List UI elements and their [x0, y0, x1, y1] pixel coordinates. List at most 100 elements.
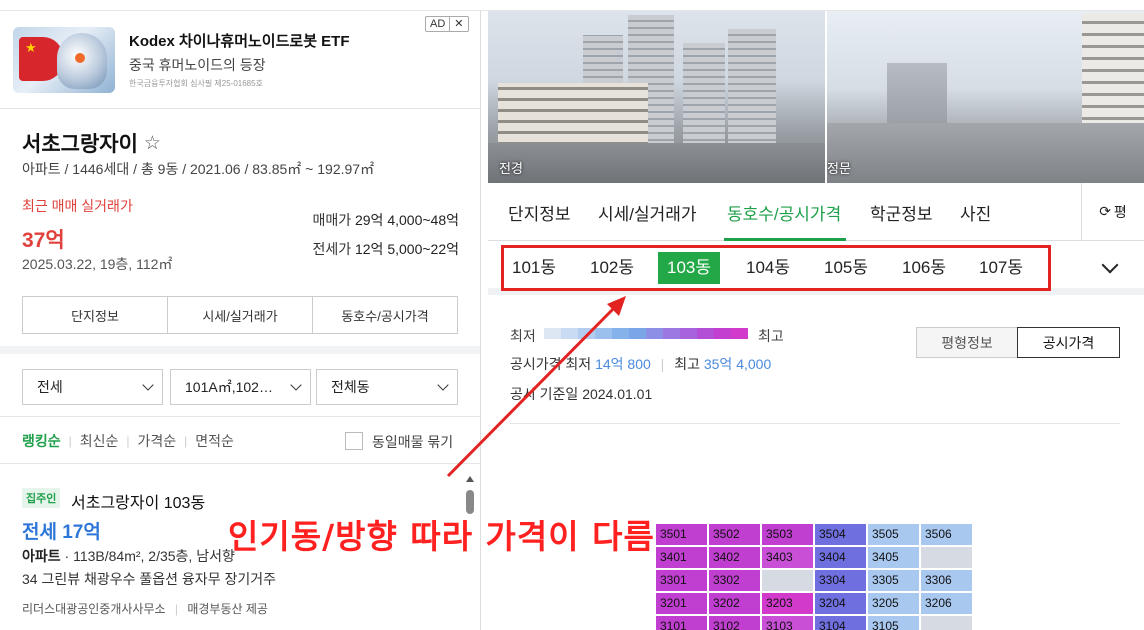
- price-label: 공시가격: [510, 356, 562, 372]
- unit-cell[interactable]: 3203: [762, 593, 813, 614]
- legend-swatch: [629, 328, 646, 339]
- complex-title: 서초그랑자이 ☆: [22, 128, 161, 158]
- legend-low-label: 최저: [510, 328, 536, 344]
- unit-cell[interactable]: 3204: [815, 593, 866, 614]
- tab-complex-info[interactable]: 단지정보: [23, 297, 168, 333]
- sort-divider: |: [68, 433, 72, 448]
- unit-cell[interactable]: 3304: [815, 570, 866, 591]
- unit-cell[interactable]: 3305: [868, 570, 919, 591]
- area-info-toggle[interactable]: 평형정보: [916, 327, 1018, 358]
- unit-cell[interactable]: 3402: [709, 547, 760, 568]
- photo-overview[interactable]: 전경: [488, 11, 825, 183]
- listing-price: 전세 17억: [22, 522, 101, 543]
- unit-cell[interactable]: 3202: [709, 593, 760, 614]
- unit-cell[interactable]: 3306: [921, 570, 972, 591]
- area-select[interactable]: 101A㎡,102…: [170, 369, 311, 405]
- sort-latest[interactable]: 최신순: [80, 431, 119, 451]
- sort-area[interactable]: 면적순: [195, 431, 234, 451]
- agency-name[interactable]: 리더스대광공인중개사사무소: [22, 602, 166, 616]
- unit-cell[interactable]: 3206: [921, 593, 972, 614]
- dong-tab-101[interactable]: 101동: [512, 252, 556, 284]
- unit-cell[interactable]: 3205: [868, 593, 919, 614]
- unit-cell[interactable]: 3101: [656, 616, 707, 630]
- unit-cell[interactable]: 3504: [815, 524, 866, 545]
- legend-swatch: [612, 328, 629, 339]
- group-listings-label[interactable]: 동일매물 묶기: [372, 432, 453, 452]
- refresh-icon: ⟳: [1099, 203, 1111, 219]
- chevron-down-icon[interactable]: [1101, 256, 1119, 274]
- tab-complex-info[interactable]: 단지정보: [508, 200, 571, 225]
- legend-swatch: [561, 328, 578, 339]
- complex-meta: 아파트 / 1446세대 / 총 9동 / 2021.06 / 83.85㎡ ~…: [22, 161, 375, 177]
- tab-unit-price[interactable]: 동호수/공시가격: [313, 297, 457, 333]
- filter-bar: 전세 101A㎡,102… 전체동: [0, 362, 480, 417]
- tab-photos[interactable]: 사진: [960, 200, 991, 225]
- scroll-up-icon[interactable]: [466, 476, 474, 482]
- tab-unit-price[interactable]: 동호수/공시가격: [727, 200, 841, 225]
- unit-cell[interactable]: 3503: [762, 524, 813, 545]
- unit-cell[interactable]: 3403: [762, 547, 813, 568]
- listing-agency: 리더스대광공인중개사사무소 | 매경부동산 제공: [22, 600, 268, 617]
- ad-banner[interactable]: ★ Kodex 차이나휴머노이드로봇 ETF 중국 휴머노이드의 등장 한국금융…: [0, 11, 480, 109]
- dong-tab-104[interactable]: 104동: [746, 252, 790, 284]
- unit-cell[interactable]: 3103: [762, 616, 813, 630]
- group-listings-checkbox[interactable]: [345, 432, 363, 450]
- dong-tab-103[interactable]: 103동: [658, 252, 721, 284]
- listing-description: 아파트 · 113B/84m², 2/35층, 남서향: [22, 546, 235, 566]
- max-value: 35억 4,000: [703, 356, 772, 372]
- official-price-toggle[interactable]: 공시가격: [1017, 327, 1120, 358]
- unit-cell[interactable]: 3405: [868, 547, 919, 568]
- dong-tab-105[interactable]: 105동: [824, 252, 868, 284]
- chevron-down-icon: [290, 379, 302, 391]
- tab-school-info[interactable]: 학군정보: [870, 200, 933, 225]
- sale-price-label: 매매가: [312, 212, 352, 228]
- unit-cell-empty: [921, 547, 972, 568]
- sort-bar: 랭킹순 | 최신순 | 가격순 | 면적순 동일매물 묶기: [0, 418, 480, 464]
- dong-tab-107[interactable]: 107동: [979, 252, 1023, 284]
- top-border: [0, 0, 1144, 11]
- favorite-star-icon[interactable]: ☆: [144, 132, 161, 155]
- unit-cell[interactable]: 3505: [868, 524, 919, 545]
- ad-disclaimer: 한국금융투자협회 심사필 제25-01685호: [129, 79, 263, 88]
- unit-cell[interactable]: 3104: [815, 616, 866, 630]
- road-shape: [827, 123, 1144, 183]
- unit-cell[interactable]: 3102: [709, 616, 760, 630]
- unit-cell[interactable]: 3506: [921, 524, 972, 545]
- ad-label: AD: [430, 18, 446, 30]
- photo-gate[interactable]: 정문: [827, 11, 1144, 183]
- ad-title[interactable]: Kodex 차이나휴머노이드로봇 ETF: [129, 30, 350, 51]
- jeonse-price-range: 전세가 12억 5,000~22억: [312, 239, 459, 259]
- unit-cell[interactable]: 3401: [656, 547, 707, 568]
- listing-title[interactable]: 서초그랑자이 103동: [71, 489, 205, 513]
- ad-image[interactable]: ★: [13, 27, 115, 93]
- dong-select[interactable]: 전체동: [316, 369, 458, 405]
- trade-type-select[interactable]: 전세: [22, 369, 163, 405]
- legend-swatch: [714, 328, 731, 339]
- tab-price-history[interactable]: 시세/실거래가: [598, 200, 697, 225]
- unit-cell[interactable]: 3105: [868, 616, 919, 630]
- unit-cell-empty: [762, 570, 813, 591]
- unit-cell[interactable]: 3404: [815, 547, 866, 568]
- tab-price-history[interactable]: 시세/실거래가: [168, 297, 313, 333]
- unit-cell[interactable]: 3301: [656, 570, 707, 591]
- photo-strip: 전경 정문: [488, 11, 1144, 183]
- ad-subtitle: 중국 휴머노이드의 등장: [129, 57, 266, 73]
- ad-badge: AD ✕: [425, 16, 469, 32]
- recent-trade-price: 37억: [22, 229, 65, 252]
- ad-close-icon[interactable]: ✕: [449, 17, 467, 31]
- unit-cell[interactable]: 3501: [656, 524, 707, 545]
- sort-price[interactable]: 가격순: [138, 431, 177, 451]
- sort-ranking[interactable]: 랭킹순: [22, 431, 61, 451]
- unit-cell[interactable]: 3201: [656, 593, 707, 614]
- unit-cell[interactable]: 3502: [709, 524, 760, 545]
- recent-trade-label: 최근 매매 실거래가: [22, 198, 133, 214]
- base-date: 공시 기준일 2024.01.01: [510, 384, 652, 404]
- dong-tab-106[interactable]: 106동: [902, 252, 946, 284]
- jeonse-price-value: 12억 5,000~22억: [354, 241, 459, 257]
- dong-tabs: 101동 102동 103동 104동 105동 106동 107동: [488, 241, 1144, 295]
- legend-high-label: 최고: [758, 328, 784, 344]
- trade-type-value: 전세: [37, 379, 63, 395]
- dong-tab-102[interactable]: 102동: [590, 252, 634, 284]
- unit-cell[interactable]: 3302: [709, 570, 760, 591]
- unit-toggle-button[interactable]: ⟳ 평: [1081, 183, 1144, 240]
